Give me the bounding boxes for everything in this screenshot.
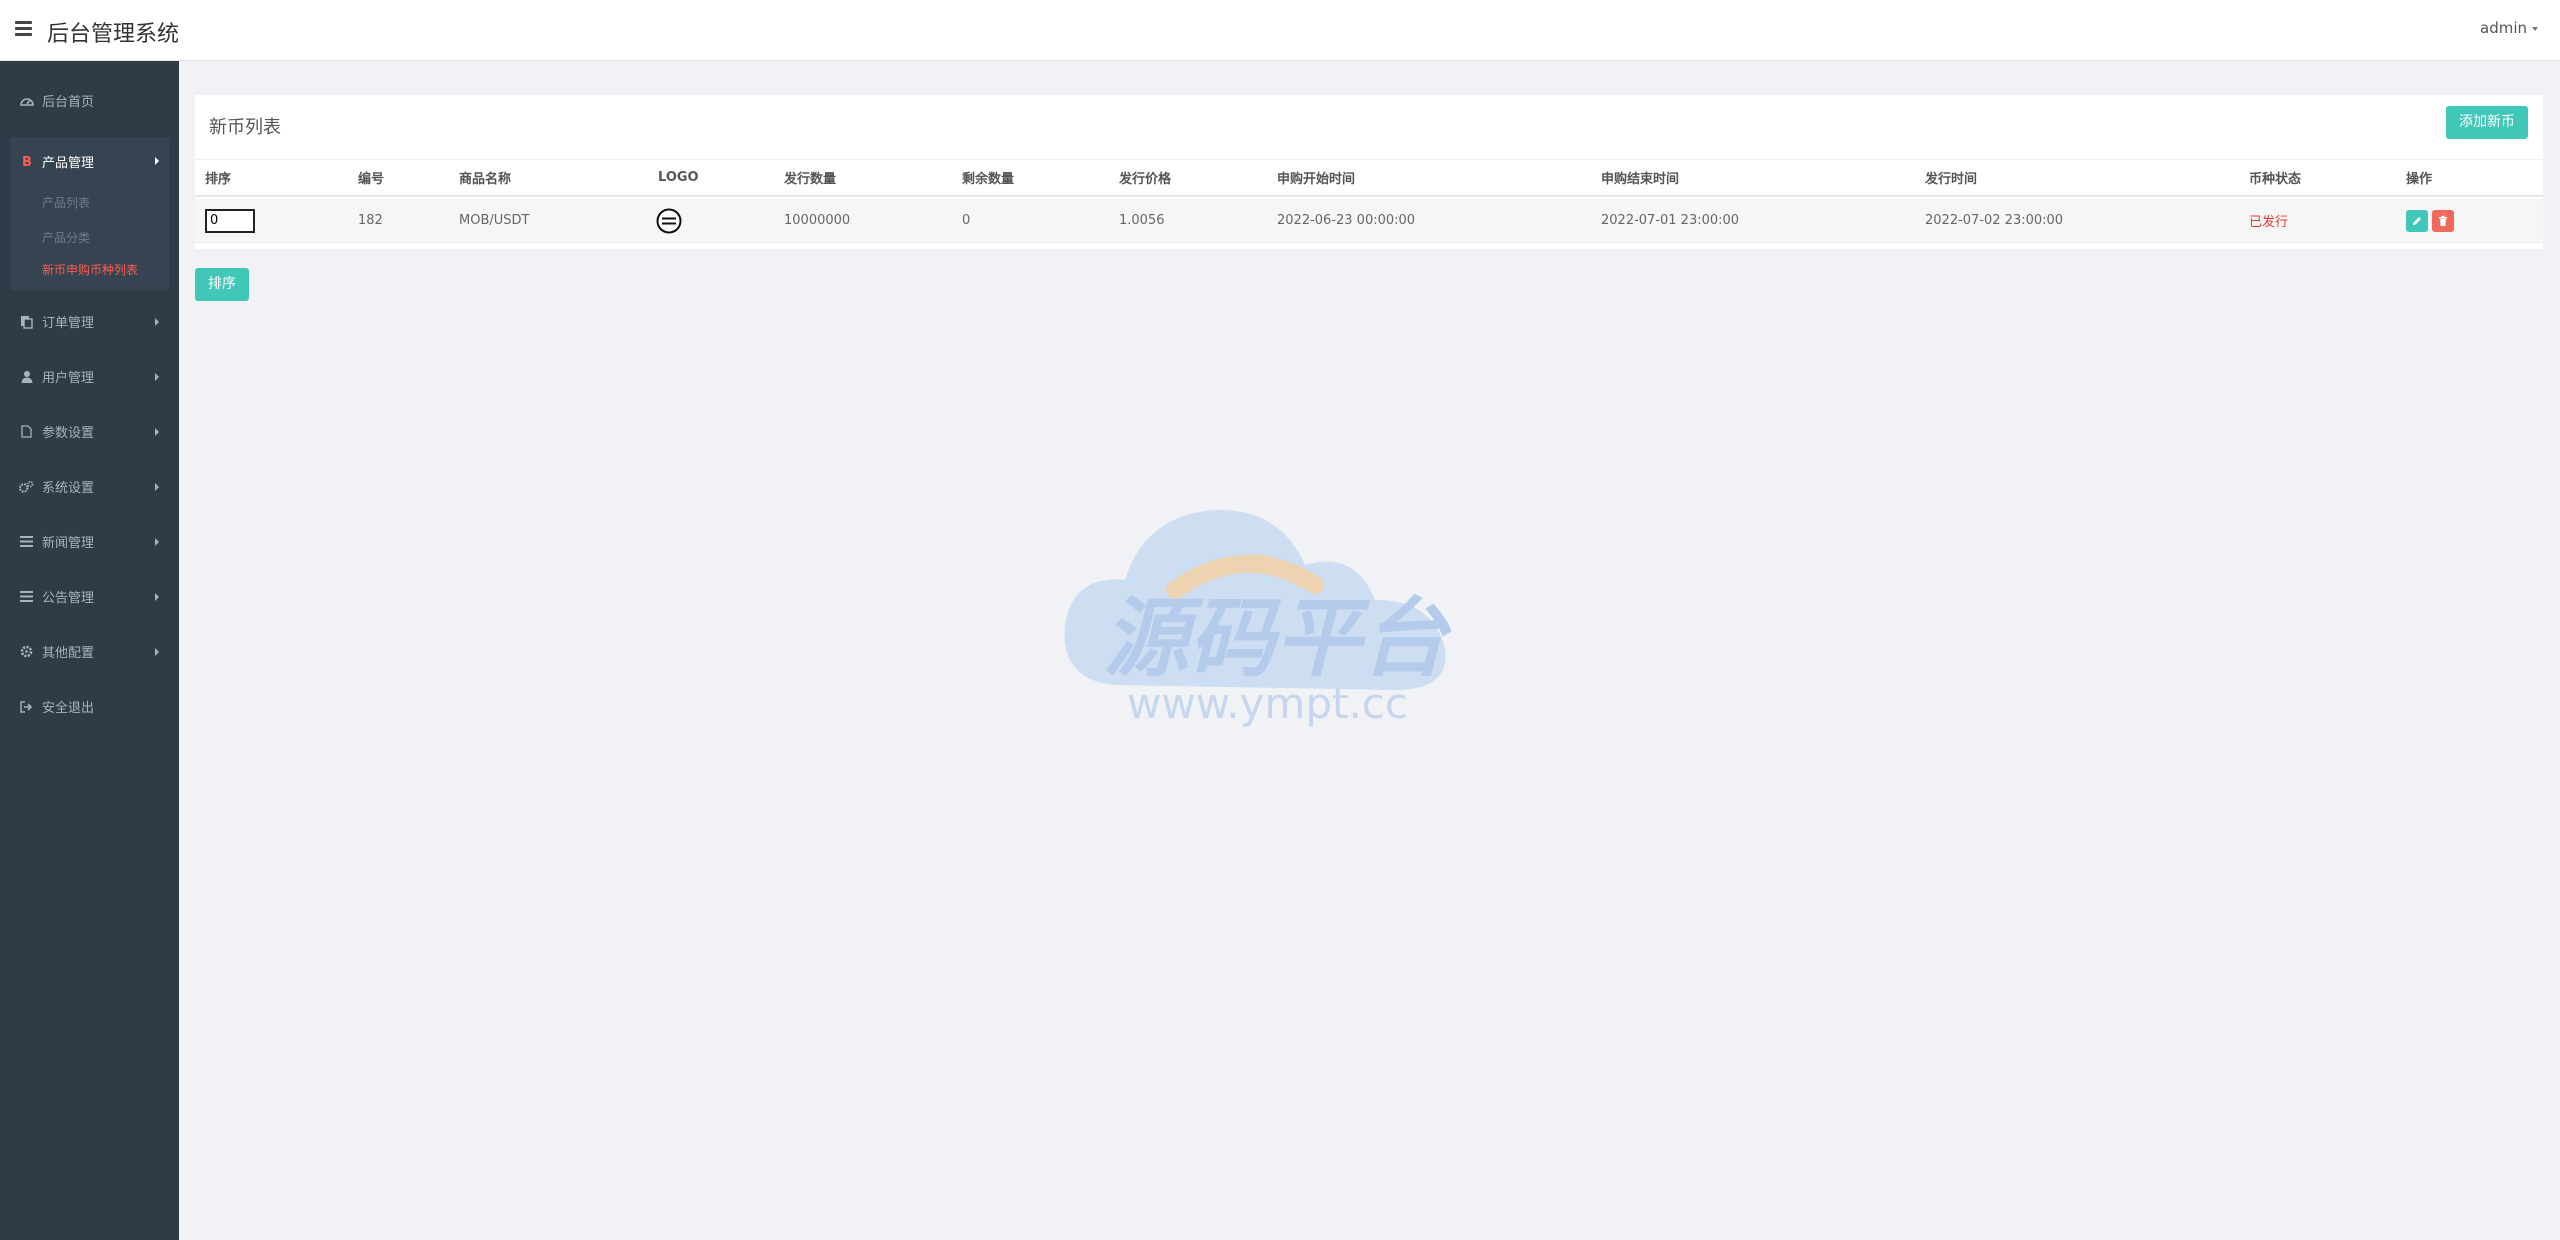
remaining-qty-cell: 0 [962,213,971,228]
column-header-issue-qty: 发行数量 [784,172,837,187]
status-badge: 已发行 [2249,215,2289,230]
sidebar-item-label: 其他配置 [42,646,95,661]
sidebar-item-system[interactable]: 系统设置 [0,459,179,514]
sidebar-item-label: 产品管理 [42,155,95,171]
sidebar-group-products: B 产品管理 产品列表 产品分类 新币申购币种列表 [10,137,169,290]
sidebar-item-orders[interactable]: 订单管理 [0,294,179,349]
chevron-right-icon [155,592,159,601]
sidebar-item-label: 参数设置 [42,426,95,441]
sidebar-item-other-config[interactable]: 其他配置 [0,624,179,679]
table-row: 182 MOB/USDT 10000000 0 1.0056 2022-06-2… [195,199,2543,243]
sidebar-item-label: 安全退出 [42,701,95,716]
column-header-end-time: 申购结束时间 [1601,172,1680,187]
sidebar-item-label: 后台首页 [42,95,95,110]
watermark: 源码平台 www.ympt.cc [1055,490,1495,740]
watermark-url: www.ympt.cc [1127,679,1408,728]
cloud-logo-icon: 源码平台 www.ympt.cc [1064,509,1452,728]
sign-out-icon [19,699,34,714]
panel-title: 新币列表 [209,117,281,138]
chevron-right-icon [155,317,159,326]
list-icon [19,589,34,604]
chevron-right-icon [155,372,159,381]
chevron-right-icon [155,157,159,165]
chevron-right-icon [155,647,159,656]
column-header-name: 商品名称 [459,172,512,187]
chevron-right-icon [155,427,159,436]
chevron-right-icon [155,537,159,546]
top-header: 后台管理系统 admin [0,0,2560,61]
column-header-sort: 排序 [205,172,232,187]
file-icon [19,424,34,439]
trash-icon [2439,215,2447,226]
pencil-icon [2413,216,2421,225]
app-title: 后台管理系统 [47,22,180,47]
chevron-right-icon [155,482,159,491]
gear-icon [19,644,34,659]
edit-button[interactable] [2406,209,2428,232]
watermark-text: 源码平台 [1103,589,1452,689]
sort-cell [205,199,255,242]
sidebar-subitem-product-list[interactable]: 产品列表 [10,185,169,220]
sidebar-item-news[interactable]: 新闻管理 [0,514,179,569]
sidebar-item-label: 系统设置 [42,481,95,496]
issue-qty-cell: 10000000 [784,213,851,228]
gears-icon [19,479,34,494]
username: admin [2480,19,2527,37]
sidebar-item-dashboard[interactable]: 后台首页 [0,73,179,128]
end-time-cell: 2022-07-01 23:00:00 [1601,213,1740,228]
sidebar-item-label: 新闻管理 [42,536,95,551]
user-dropdown[interactable]: admin [2472,13,2546,43]
sidebar: 后台首页 B 产品管理 产品列表 产品分类 新币申购币种列表 订单管理 用户管理… [0,61,179,1240]
column-header-id: 编号 [358,172,385,187]
column-header-start-time: 申购开始时间 [1277,172,1356,187]
sidebar-item-label: 订单管理 [42,316,95,331]
sidebar-item-params[interactable]: 参数设置 [0,404,179,459]
new-coin-panel: 新币列表 添加新币 排序 编号 商品名称 LOGO 发行数量 剩余数量 发行价格… [195,95,2543,249]
sidebar-item-products[interactable]: B 产品管理 [10,137,169,185]
column-header-status: 币种状态 [2249,172,2302,187]
mob-coin-logo [656,208,682,233]
sidebar-item-logout[interactable]: 安全退出 [0,679,179,734]
issue-price-cell: 1.0056 [1119,213,1165,228]
sidebar-item-users[interactable]: 用户管理 [0,349,179,404]
sidebar-item-label: 公告管理 [42,591,95,606]
list-icon [19,534,34,549]
sort-order-input[interactable] [205,208,255,233]
column-header-issue-price: 发行价格 [1119,172,1172,187]
sidebar-item-label: 用户管理 [42,371,95,386]
svg-text:B: B [22,155,32,168]
bitcoin-icon: B [19,154,34,169]
logo-cell [656,199,682,242]
add-new-coin-button[interactable]: 添加新币 [2446,106,2528,139]
column-header-logo: LOGO [658,170,699,185]
sidebar-item-announcements[interactable]: 公告管理 [0,569,179,624]
copy-icon [19,314,34,329]
actions-cell [2406,199,2458,242]
caret-down-icon [2532,26,2538,31]
dashboard-icon [19,93,34,108]
column-header-issue-time: 发行时间 [1925,172,1978,187]
sidebar-subitem-new-coin-list[interactable]: 新币申购币种列表 [10,255,169,290]
name-cell: MOB/USDT [459,213,530,228]
sort-button[interactable]: 排序 [195,268,249,301]
id-cell: 182 [358,213,383,228]
start-time-cell: 2022-06-23 00:00:00 [1277,213,1416,228]
hamburger-menu-icon[interactable] [15,21,33,39]
sidebar-subitem-product-category[interactable]: 产品分类 [10,220,169,255]
table-header: 排序 编号 商品名称 LOGO 发行数量 剩余数量 发行价格 申购开始时间 申购… [195,159,2543,197]
column-header-remaining-qty: 剩余数量 [962,172,1015,187]
delete-button[interactable] [2432,209,2454,232]
user-icon [19,369,34,384]
column-header-actions: 操作 [2406,172,2433,187]
issue-time-cell: 2022-07-02 23:00:00 [1925,213,2064,228]
